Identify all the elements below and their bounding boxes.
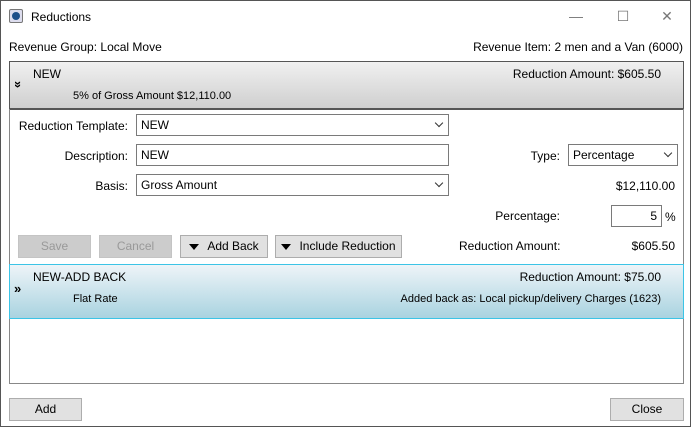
- minimize-button[interactable]: —: [561, 5, 591, 27]
- template-select[interactable]: NEW: [136, 114, 449, 136]
- type-value: Percentage: [573, 148, 635, 162]
- reduction-panel-new[interactable]: » NEW Reduction Amount: $605.50 5% of Gr…: [9, 61, 684, 110]
- add-button[interactable]: Add: [9, 398, 82, 421]
- reduction-amount-label: Reduction Amount:: [459, 239, 561, 253]
- basis-value: Gross Amount: [141, 178, 218, 192]
- reduction-name: NEW: [33, 67, 61, 81]
- dropdown-arrow-icon: [189, 243, 200, 250]
- reduction-summary: 5% of Gross Amount $12,110.00: [73, 90, 232, 102]
- save-button[interactable]: Save: [18, 235, 91, 258]
- revenue-item: Revenue Item: 2 men and a Van (6000): [473, 40, 683, 54]
- expand-icon[interactable]: »: [14, 281, 21, 296]
- include-reduction-button[interactable]: Include Reduction: [275, 235, 402, 258]
- reduction-summary: Flat Rate: [73, 293, 118, 305]
- include-reduction-label: Include Reduction: [299, 239, 396, 253]
- basis-amount: $12,110.00: [615, 179, 675, 193]
- reductions-window: Reductions — ☐ ✕ Revenue Group: Local Mo…: [0, 0, 691, 427]
- template-label: Reduction Template:: [18, 119, 128, 133]
- percentage-label: Percentage:: [495, 209, 560, 223]
- basis-label: Basis:: [95, 179, 128, 193]
- add-back-button[interactable]: Add Back: [180, 235, 268, 258]
- window-title: Reductions: [31, 10, 92, 24]
- reduction-panel-add-back[interactable]: » NEW-ADD BACK Reduction Amount: $75.00 …: [9, 264, 684, 319]
- collapse-icon[interactable]: »: [11, 81, 26, 88]
- percentage-value: 5: [650, 209, 657, 223]
- reduction-amount: Reduction Amount: $605.50: [512, 67, 661, 81]
- basis-select[interactable]: Gross Amount: [136, 174, 449, 196]
- description-value: NEW: [141, 148, 169, 162]
- close-window-button[interactable]: ✕: [652, 5, 682, 27]
- cancel-button[interactable]: Cancel: [99, 235, 172, 258]
- revenue-group: Revenue Group: Local Move: [9, 40, 162, 54]
- add-back-label: Add Back: [207, 239, 259, 253]
- percent-sign: %: [665, 210, 676, 224]
- dropdown-arrow-icon: [281, 243, 292, 250]
- reduction-amount-value: $605.50: [631, 239, 675, 253]
- type-label: Type:: [530, 149, 560, 163]
- description-label: Description:: [64, 149, 128, 163]
- reduction-amount: Reduction Amount: $75.00: [519, 270, 661, 284]
- percentage-input[interactable]: 5: [611, 205, 662, 227]
- reduction-name: NEW-ADD BACK: [33, 270, 127, 284]
- added-back-as: Added back as: Local pickup/delivery Cha…: [400, 293, 661, 305]
- app-icon: [9, 9, 23, 23]
- close-button[interactable]: Close: [610, 398, 684, 421]
- template-value: NEW: [141, 118, 169, 132]
- type-select[interactable]: Percentage: [568, 144, 678, 166]
- description-input[interactable]: NEW: [136, 144, 449, 166]
- maximize-button[interactable]: ☐: [608, 5, 638, 27]
